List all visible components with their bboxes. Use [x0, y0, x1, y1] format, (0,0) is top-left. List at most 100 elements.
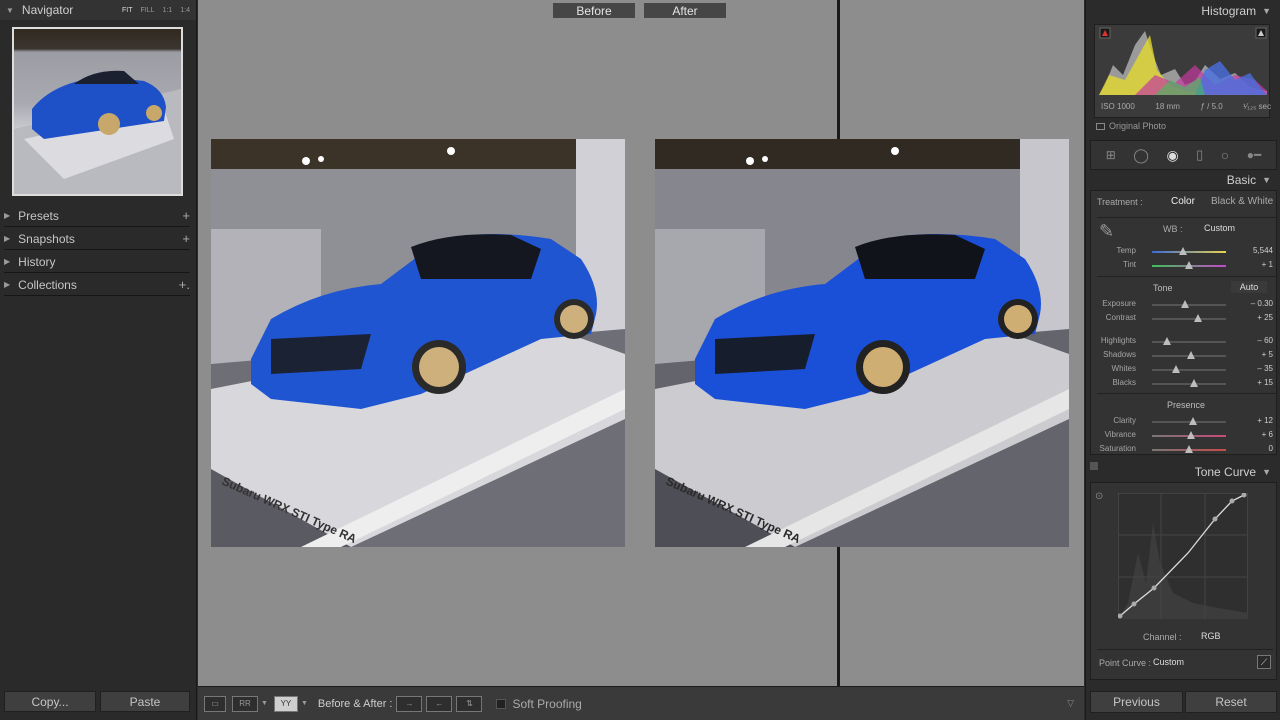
- spot-removal-icon[interactable]: ◯: [1133, 147, 1149, 164]
- slider-clarity[interactable]: Clarity + 12: [1090, 414, 1277, 428]
- slider-value[interactable]: + 1: [1262, 260, 1273, 269]
- slider-knob[interactable]: [1172, 365, 1181, 373]
- slider-value[interactable]: 5,544: [1253, 246, 1273, 255]
- slider-knob[interactable]: [1185, 445, 1193, 453]
- slider-value[interactable]: + 5: [1262, 350, 1273, 359]
- slider-value[interactable]: – 35: [1257, 364, 1273, 373]
- histogram-aperture: ƒ / 5.0: [1200, 102, 1223, 111]
- red-eye-icon[interactable]: ◉: [1166, 147, 1178, 164]
- histogram-header[interactable]: Histogram ▼: [1090, 1, 1277, 21]
- add-preset-icon[interactable]: +: [182, 208, 190, 223]
- snapshots-label: Snapshots: [18, 231, 75, 246]
- histogram-shutter: ¹⁄₁₂₅ sec: [1243, 102, 1271, 111]
- history-section[interactable]: ▶ History: [4, 251, 190, 273]
- snapshots-section[interactable]: ▶ Snapshots +: [4, 228, 190, 250]
- slider-value[interactable]: – 0.30: [1251, 299, 1273, 308]
- slider-knob[interactable]: [1193, 314, 1202, 322]
- slider-exposure[interactable]: Exposure – 0.30: [1090, 297, 1277, 311]
- slider-knob[interactable]: [1187, 431, 1196, 439]
- zoom-1-4[interactable]: 1:4: [180, 7, 190, 14]
- slider-value[interactable]: + 15: [1257, 378, 1273, 387]
- slider-whites[interactable]: Whites – 35: [1090, 362, 1277, 376]
- slider-track[interactable]: [1152, 251, 1226, 253]
- slider-saturation[interactable]: Saturation 0: [1090, 442, 1277, 456]
- zoom-fit[interactable]: FIT: [122, 7, 133, 14]
- paste-button[interactable]: Paste: [100, 691, 190, 712]
- slider-shadows[interactable]: Shadows + 5: [1090, 348, 1277, 362]
- tone-curve-graph[interactable]: [1118, 493, 1248, 619]
- chevron-down-icon[interactable]: ▼: [261, 700, 268, 707]
- channel-select[interactable]: RGB: [1201, 631, 1221, 641]
- before-photo[interactable]: Subaru WRX STI Type RA: [211, 139, 625, 547]
- slider-value[interactable]: + 6: [1262, 430, 1273, 439]
- wb-eyedropper-icon[interactable]: ✎: [1099, 221, 1114, 242]
- slider-tint[interactable]: Tint + 1: [1090, 258, 1277, 272]
- basic-header[interactable]: Basic ▼: [1090, 170, 1277, 190]
- slider-knob[interactable]: [1179, 247, 1188, 255]
- adjustment-brush-icon[interactable]: ●━: [1247, 148, 1261, 162]
- navigator-thumbnail[interactable]: [12, 27, 183, 196]
- swap-before-after-icon[interactable]: ⇅: [456, 695, 483, 712]
- previous-button[interactable]: Previous: [1090, 691, 1183, 713]
- crop-icon[interactable]: ⊞: [1106, 148, 1116, 162]
- after-label: After: [644, 3, 726, 18]
- slider-knob[interactable]: [1190, 379, 1199, 387]
- slider-knob[interactable]: [1181, 300, 1190, 308]
- slider-value[interactable]: + 25: [1257, 313, 1273, 322]
- treatment-bw[interactable]: Black & White: [1211, 196, 1273, 207]
- after-photo[interactable]: Subaru WRX STI Type RA: [655, 139, 1069, 547]
- toolbar-menu-chevron-icon[interactable]: ▽: [1067, 698, 1074, 709]
- slider-track[interactable]: [1152, 318, 1226, 320]
- before-after-split-icon[interactable]: YY: [273, 695, 298, 712]
- slider-label: Shadows: [1103, 350, 1136, 359]
- reset-button[interactable]: Reset: [1185, 691, 1277, 713]
- add-collection-icon[interactable]: +.: [179, 277, 190, 292]
- zoom-1-1[interactable]: 1:1: [163, 7, 173, 14]
- slider-contrast[interactable]: Contrast + 25: [1090, 311, 1277, 325]
- slider-knob[interactable]: [1162, 337, 1171, 345]
- slider-track[interactable]: [1152, 383, 1226, 385]
- slider-label: Whites: [1111, 364, 1136, 373]
- slider-temp[interactable]: Temp 5,544: [1090, 244, 1277, 258]
- before-car-image: Subaru WRX STI Type RA: [211, 139, 625, 547]
- point-curve-select[interactable]: Custom: [1153, 657, 1184, 667]
- graduated-filter-icon[interactable]: ▯: [1196, 147, 1203, 163]
- zoom-fill[interactable]: FILL: [141, 7, 155, 14]
- slider-label: Blacks: [1112, 378, 1136, 387]
- edit-point-curve-icon[interactable]: ⟋: [1257, 655, 1271, 669]
- original-photo-icon: [1096, 122, 1105, 130]
- collections-section[interactable]: ▶ Collections +.: [4, 274, 190, 296]
- slider-label: Contrast: [1105, 313, 1136, 322]
- before-after-lr-icon[interactable]: RR: [232, 695, 258, 712]
- slider-label: Tint: [1122, 260, 1136, 269]
- chevron-down-icon[interactable]: ▼: [301, 700, 308, 707]
- copy-after-to-before-icon[interactable]: ←: [426, 695, 453, 712]
- radial-filter-icon[interactable]: ○: [1221, 147, 1229, 163]
- presets-section[interactable]: ▶ Presets +: [4, 205, 190, 227]
- treatment-color[interactable]: Color: [1171, 196, 1195, 207]
- slider-value[interactable]: + 12: [1257, 416, 1273, 425]
- slider-track[interactable]: [1152, 369, 1226, 371]
- copy-before-to-after-icon[interactable]: →: [396, 695, 423, 712]
- slider-knob[interactable]: [1189, 417, 1198, 425]
- loupe-view-icon[interactable]: ▭: [204, 695, 226, 712]
- histogram-focal: 18 mm: [1155, 102, 1180, 111]
- copy-button[interactable]: Copy...: [4, 691, 96, 712]
- slider-knob[interactable]: [1187, 351, 1196, 359]
- slider-value[interactable]: 0: [1269, 444, 1273, 453]
- navigator-header[interactable]: ▼ Navigator FIT FILL 1:1 1:4: [0, 0, 196, 20]
- soft-proofing-checkbox[interactable]: [496, 698, 507, 709]
- history-label: History: [18, 254, 56, 269]
- slider-blacks[interactable]: Blacks + 15: [1090, 376, 1277, 390]
- auto-tone-button[interactable]: Auto: [1231, 281, 1267, 293]
- tone-curve-header[interactable]: Tone Curve ▼: [1090, 462, 1277, 482]
- wb-select[interactable]: Custom: [1204, 223, 1235, 233]
- slider-highlights[interactable]: Highlights – 60: [1090, 334, 1277, 348]
- expand-triangle-icon: ▶: [4, 234, 11, 243]
- histogram[interactable]: ISO 1000 18 mm ƒ / 5.0 ¹⁄₁₂₅ sec: [1094, 24, 1271, 118]
- target-adjust-icon[interactable]: ⊙: [1095, 491, 1103, 502]
- slider-value[interactable]: – 60: [1257, 336, 1273, 345]
- add-snapshot-icon[interactable]: +: [182, 231, 190, 246]
- slider-vibrance[interactable]: Vibrance + 6: [1090, 428, 1277, 442]
- slider-knob[interactable]: [1185, 261, 1193, 269]
